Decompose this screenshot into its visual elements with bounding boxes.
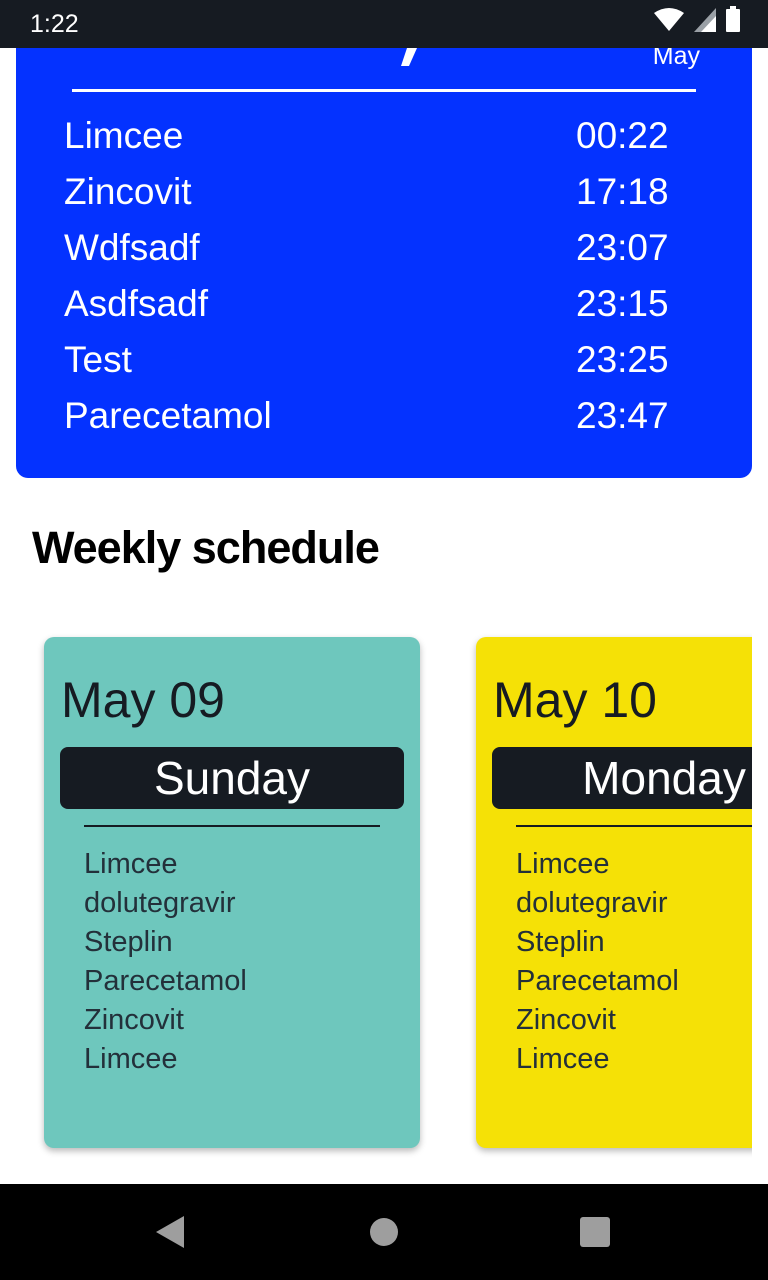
med-name: Wdfsadf <box>64 227 200 268</box>
weekly-schedule-title: Weekly schedule <box>32 522 380 573</box>
med-time: 23:47 <box>576 395 669 436</box>
card-divider <box>72 89 696 92</box>
med-name: Asdfsadf <box>64 283 208 324</box>
list-item: dolutegravir <box>84 887 236 919</box>
battery-icon <box>726 6 740 36</box>
med-time: 23:07 <box>576 227 669 268</box>
med-time: 23:15 <box>576 283 669 324</box>
day-divider <box>516 825 752 827</box>
wifi-icon <box>654 8 684 36</box>
list-item: Parecetamol <box>516 965 679 997</box>
med-name: Parecetamol <box>64 395 272 436</box>
med-time: 00:22 <box>576 115 669 156</box>
day-card[interactable]: May 09 Sunday Limcee dolutegravir Stepli… <box>44 637 420 1148</box>
list-item: Limcee <box>516 848 610 880</box>
list-item: dolutegravir <box>516 887 668 919</box>
list-item: Zincovit <box>84 1004 184 1036</box>
day-card[interactable]: May 10 Monday Limcee dolutegravir Stepli… <box>476 637 752 1148</box>
status-bar: 1:22 <box>0 0 768 48</box>
status-icons <box>654 6 740 36</box>
list-item: Parecetamol <box>84 965 247 997</box>
today-card: May Limcee 00:22 Zincovit 17:18 Wdfsadf … <box>16 0 752 478</box>
med-time: 23:25 <box>576 339 669 380</box>
med-row[interactable]: Test 23:25 <box>64 339 704 395</box>
list-item: Limcee <box>84 1043 178 1075</box>
navigation-bar <box>0 1184 768 1280</box>
med-row[interactable]: Asdfsadf 23:15 <box>64 283 704 339</box>
day-med-list: Limcee dolutegravir Steplin Parecetamol … <box>84 845 247 1079</box>
day-med-list: Limcee dolutegravir Steplin Parecetamol … <box>516 845 679 1079</box>
med-name: Test <box>64 339 132 380</box>
med-row[interactable]: Zincovit 17:18 <box>64 171 704 227</box>
med-name: Limcee <box>64 115 184 156</box>
home-icon[interactable] <box>369 1217 399 1251</box>
med-name: Zincovit <box>64 171 192 212</box>
signal-icon <box>694 8 716 36</box>
weekday-label: Sunday <box>60 747 404 809</box>
partial-glyph <box>399 48 417 66</box>
list-item: Zincovit <box>516 1004 616 1036</box>
list-item: Steplin <box>84 926 173 958</box>
med-row[interactable]: Parecetamol 23:47 <box>64 395 704 451</box>
med-row[interactable]: Limcee 00:22 <box>64 115 704 171</box>
med-time: 17:18 <box>576 171 669 212</box>
back-icon[interactable] <box>156 1216 184 1252</box>
weekday-label: Monday <box>492 747 752 809</box>
list-item: Limcee <box>516 1043 610 1075</box>
status-time: 1:22 <box>30 10 79 38</box>
list-item: Steplin <box>516 926 605 958</box>
day-divider <box>84 825 380 827</box>
day-date: May 10 <box>493 672 657 728</box>
list-item: Limcee <box>84 848 178 880</box>
weekly-schedule-list[interactable]: May 09 Sunday Limcee dolutegravir Stepli… <box>32 620 752 1160</box>
med-row[interactable]: Wdfsadf 23:07 <box>64 227 704 283</box>
day-date: May 09 <box>61 672 225 728</box>
recents-icon[interactable] <box>580 1217 610 1251</box>
